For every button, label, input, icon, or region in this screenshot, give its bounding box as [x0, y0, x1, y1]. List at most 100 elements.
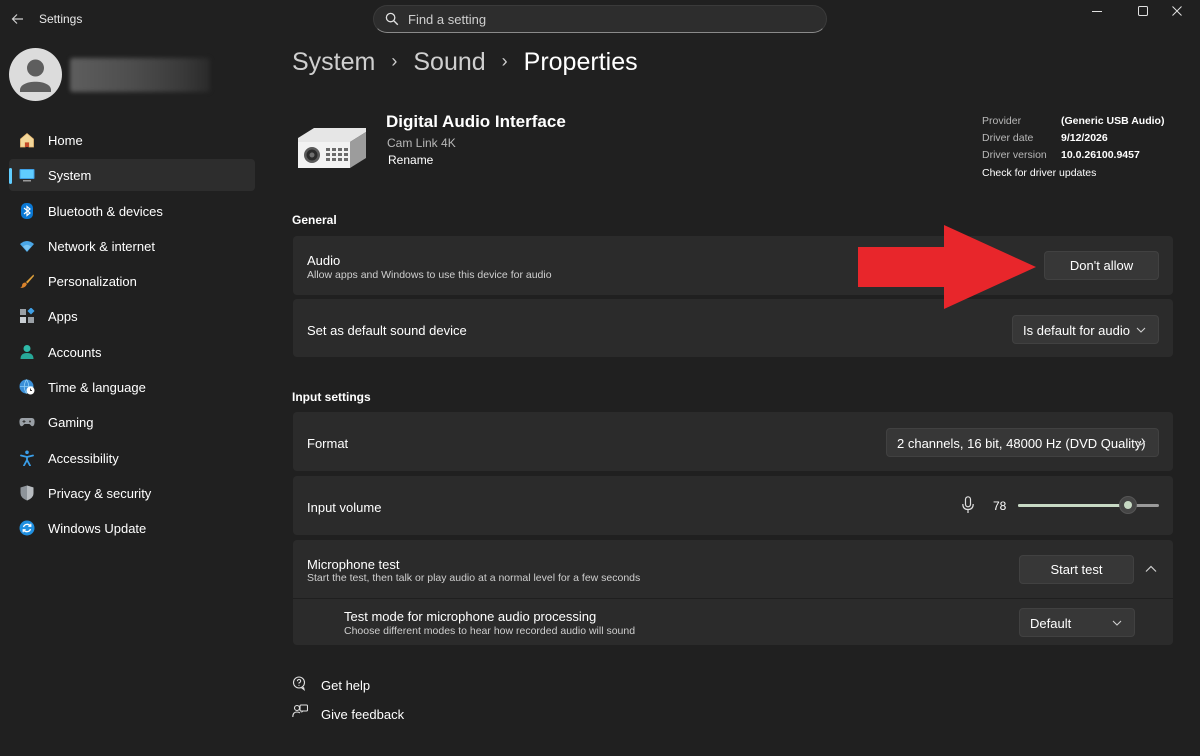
test-mode-description: Choose different modes to hear how recor…: [344, 625, 636, 637]
rename-link[interactable]: Rename: [388, 153, 433, 167]
back-arrow-icon[interactable]: [8, 9, 28, 29]
driver-info: Provider (Generic USB Audio) Driver date 9…: [982, 115, 1164, 179]
sidebar-item-label: System: [48, 168, 92, 184]
input-volume-slider[interactable]: [1018, 504, 1159, 507]
mic-test-title: Microphone test: [307, 557, 400, 572]
chevron-down-icon: [1112, 620, 1122, 626]
microphone-test-card: Microphone test Start the test, then tal…: [293, 540, 1173, 645]
sidebar-item-home[interactable]: Home: [9, 124, 255, 156]
sidebar-item-bluetooth[interactable]: Bluetooth & devices: [9, 195, 255, 227]
start-test-button[interactable]: Start test: [1019, 555, 1134, 584]
sidebar-item-apps[interactable]: Apps: [9, 300, 255, 332]
title-bar: Settings: [0, 0, 1200, 40]
wifi-icon: [20, 240, 34, 252]
breadcrumb-sound[interactable]: Sound: [413, 48, 485, 76]
bluetooth-icon: [21, 202, 33, 219]
maximize-icon: [1138, 6, 1148, 16]
audio-description: Allow apps and Windows to use this devic…: [307, 269, 552, 281]
sidebar-item-label: Personalization: [48, 274, 137, 290]
audio-title: Audio: [307, 253, 341, 268]
sidebar-item-label: Time & language: [48, 380, 146, 396]
search-box[interactable]: [373, 5, 827, 33]
gamepad-icon: [19, 418, 35, 427]
slider-fill: [1018, 504, 1128, 507]
brush-icon: [20, 274, 34, 289]
driver-date-value: 9/12/2026: [1061, 132, 1108, 144]
sidebar-item-accessibility[interactable]: Accessibility: [9, 442, 255, 474]
microphone-icon[interactable]: [961, 496, 975, 514]
driver-version-row: Driver version 10.0.26100.9457: [982, 149, 1164, 166]
sidebar-item-label: Accessibility: [48, 450, 119, 466]
test-mode-title: Test mode for microphone audio processin…: [344, 609, 597, 624]
search-icon: [385, 12, 399, 26]
avatar[interactable]: [9, 48, 62, 101]
person-icon: [20, 59, 51, 92]
mic-test-description: Start the test, then talk or play audio …: [307, 572, 641, 584]
accessibility-icon: [20, 450, 34, 466]
update-icon: [19, 520, 35, 536]
driver-date-key: Driver date: [982, 132, 1034, 144]
sidebar-item-label: Network & internet: [48, 238, 155, 254]
sidebar-item-windows-update[interactable]: Windows Update: [9, 512, 255, 544]
help-icon: [292, 676, 306, 691]
apps-icon: [20, 308, 35, 324]
sidebar-item-privacy-security[interactable]: Privacy & security: [9, 477, 255, 509]
sidebar-nav: Home System Bluetooth & devices Network …: [9, 124, 255, 548]
sidebar-item-personalization[interactable]: Personalization: [9, 265, 255, 297]
shield-icon: [20, 485, 34, 501]
input-volume-title: Input volume: [307, 500, 382, 515]
sidebar-item-label: Gaming: [48, 415, 94, 431]
breadcrumb: System › Sound › Properties: [292, 48, 638, 82]
globe-clock-icon: [19, 379, 35, 395]
chevron-down-icon: [1136, 440, 1146, 446]
sidebar-item-time-language[interactable]: Time & language: [9, 371, 255, 403]
collapse-button[interactable]: [1136, 555, 1166, 583]
sidebar-item-system[interactable]: System: [9, 159, 255, 192]
give-feedback-link[interactable]: Give feedback: [321, 707, 404, 722]
divider: [293, 598, 1173, 599]
page-title: Properties: [523, 48, 638, 76]
feedback-icon: [292, 704, 308, 718]
slider-thumb[interactable]: [1118, 496, 1137, 514]
search-input[interactable]: [408, 10, 808, 28]
dropdown-value: Is default for audio: [1023, 323, 1130, 338]
format-dropdown[interactable]: 2 channels, 16 bit, 48000 Hz (DVD Qualit…: [886, 428, 1159, 457]
accounts-icon: [20, 344, 34, 359]
default-device-title: Set as default sound device: [307, 323, 467, 338]
driver-provider-value: (Generic USB Audio): [1061, 115, 1165, 127]
device-subtitle: Cam Link 4K: [387, 136, 456, 150]
format-title: Format: [307, 436, 349, 451]
driver-date-row: Driver date 9/12/2026: [982, 132, 1164, 149]
minimize-icon: [1092, 11, 1102, 12]
red-annotation-arrow-icon: [858, 225, 1036, 309]
sidebar-item-gaming[interactable]: Gaming: [9, 406, 255, 438]
audio-card: Audio Allow apps and Windows to use this…: [293, 236, 1173, 295]
dont-allow-button[interactable]: Don't allow: [1044, 251, 1159, 280]
minimize-button[interactable]: [1074, 0, 1120, 24]
app-title: Settings: [39, 12, 83, 26]
check-driver-updates-link[interactable]: Check for driver updates: [982, 167, 1164, 179]
input-volume-value: 78: [993, 499, 1007, 513]
breadcrumb-system[interactable]: System: [292, 48, 375, 76]
sidebar-item-label: Windows Update: [48, 521, 147, 537]
close-button[interactable]: [1154, 0, 1200, 24]
home-icon: [20, 132, 34, 148]
test-mode-dropdown[interactable]: Default: [1019, 608, 1135, 637]
audio-device-icon: [298, 128, 366, 168]
sidebar-item-accounts[interactable]: Accounts: [9, 336, 255, 368]
close-icon: [1172, 6, 1182, 16]
dropdown-value: Default: [1030, 616, 1072, 631]
breadcrumb-chevron-icon: ›: [391, 51, 398, 71]
user-name-redacted: [70, 58, 210, 92]
driver-provider-row: Provider (Generic USB Audio): [982, 115, 1164, 132]
driver-provider-key: Provider: [982, 115, 1022, 127]
sidebar-item-label: Home: [48, 133, 83, 148]
sidebar-item-network[interactable]: Network & internet: [9, 230, 255, 262]
sidebar-item-label: Apps: [48, 309, 78, 325]
driver-version-value: 10.0.26100.9457: [1061, 149, 1140, 161]
chevron-down-icon: [1136, 327, 1146, 333]
section-title-input-settings: Input settings: [292, 390, 371, 404]
system-icon: [19, 169, 35, 182]
default-device-dropdown[interactable]: Is default for audio: [1012, 315, 1159, 344]
get-help-link[interactable]: Get help: [321, 678, 370, 693]
